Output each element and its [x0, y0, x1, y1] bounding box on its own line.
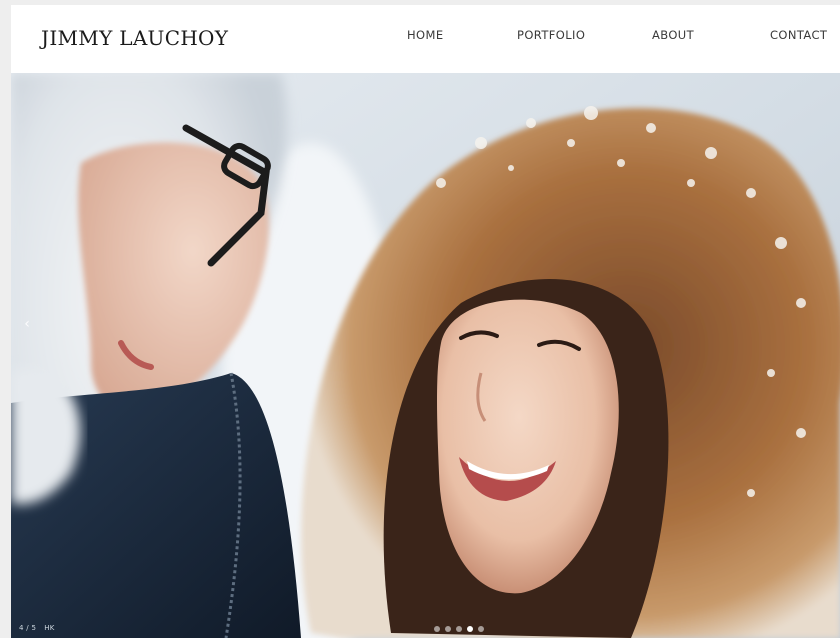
slide-counter: 4 / 5: [19, 624, 37, 632]
slider-dot-5[interactable]: [478, 626, 484, 632]
nav-home[interactable]: HOME: [407, 28, 444, 42]
slide-image: [11, 73, 840, 638]
site-logo[interactable]: JIMMY LAUCHOY: [41, 26, 228, 50]
nav-about[interactable]: ABOUT: [652, 28, 694, 42]
slide-location: HK: [44, 624, 55, 632]
site-header: JIMMY LAUCHOY HOME PORTFOLIO ABOUT CONTA…: [11, 5, 840, 73]
nav-contact[interactable]: CONTACT: [770, 28, 827, 42]
slider-dot-3[interactable]: [456, 626, 462, 632]
slider-dot-4[interactable]: [467, 626, 473, 632]
page: JIMMY LAUCHOY HOME PORTFOLIO ABOUT CONTA…: [11, 5, 840, 638]
slider-dot-2[interactable]: [445, 626, 451, 632]
slide-caption: 4 / 5 HK: [19, 624, 55, 632]
chevron-left-icon: ‹: [24, 316, 30, 332]
slider-dot-1[interactable]: [434, 626, 440, 632]
nav-portfolio[interactable]: PORTFOLIO: [517, 28, 585, 42]
hero-slider[interactable]: ‹ 4 / 5 HK: [11, 73, 840, 638]
slider-pagination: [434, 626, 484, 634]
slider-prev-button[interactable]: ‹: [19, 313, 35, 335]
